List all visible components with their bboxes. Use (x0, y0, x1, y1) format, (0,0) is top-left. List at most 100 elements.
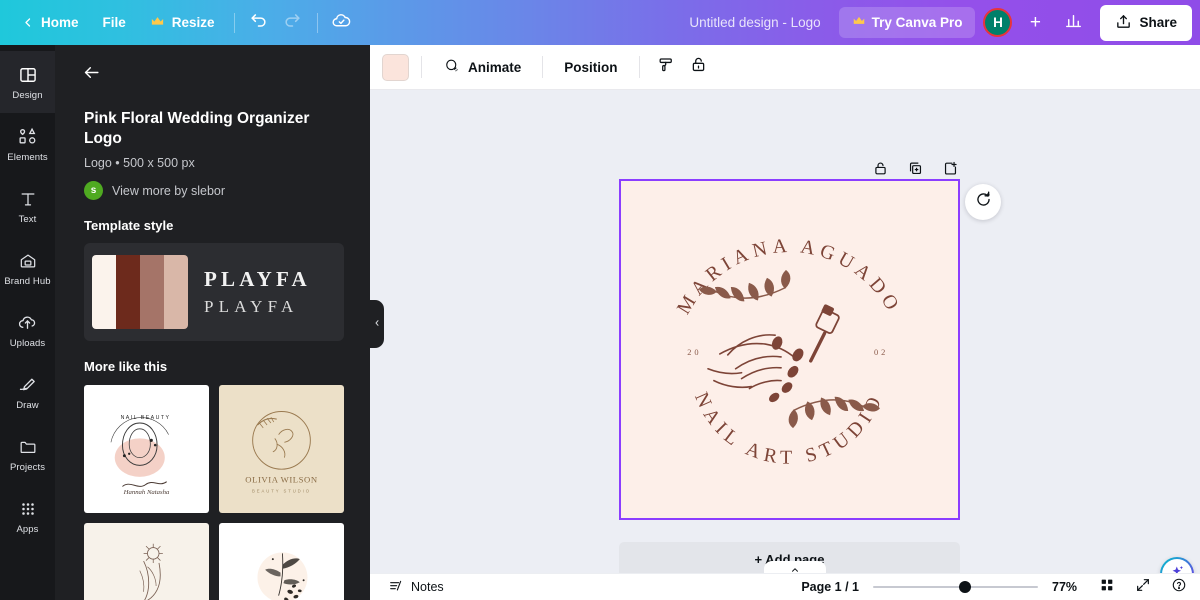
sidebar-item-projects[interactable]: Projects (0, 423, 55, 485)
logo-bottom-arc-text: NAIL ART STUDIO (690, 389, 888, 469)
millionaire-logo-art: Millionaire (139, 544, 163, 600)
undo-icon (249, 11, 268, 35)
sidebar-item-brand-hub[interactable]: Brand Hub (0, 237, 55, 299)
uploads-icon (17, 312, 39, 334)
insights-button[interactable] (1056, 6, 1090, 40)
share-upload-icon (1115, 13, 1132, 33)
list-item[interactable]: OLIVIA WILSON BEAUTY STUDIO (219, 385, 344, 514)
sidebar-item-label: Elements (7, 151, 48, 163)
brand-hub-icon (17, 250, 39, 272)
notes-button[interactable]: Notes (380, 574, 452, 600)
duplicate-page-icon[interactable] (905, 158, 925, 178)
sidebar-item-draw[interactable]: Draw (0, 361, 55, 423)
panel-content: Pink Floral Wedding Organizer Logo Logo … (55, 89, 370, 600)
help-button[interactable] (1168, 576, 1190, 598)
fill-color-button[interactable] (382, 53, 409, 81)
color-swatch-1 (92, 255, 116, 330)
editor-divider-1 (421, 56, 422, 78)
list-item[interactable]: NAIL BEAUTY Hannah Natasha (84, 385, 209, 514)
template-style-card[interactable]: PLAYFA PLAYFA (84, 243, 344, 342)
editor-area: Animate Position MARIANA AGUADO NAIL ART… (370, 45, 1200, 600)
svg-text:OLIVIA WILSON: OLIVIA WILSON (245, 475, 318, 485)
zoom-slider-knob[interactable] (959, 581, 971, 593)
sidebar-item-uploads[interactable]: Uploads (0, 299, 55, 361)
lock-button[interactable] (684, 52, 714, 82)
manicure-pedicure-logo-art: Manicure & Pedicure (257, 552, 308, 600)
arrow-left-icon (82, 63, 101, 87)
fullscreen-icon (1135, 577, 1151, 598)
redo-button[interactable] (276, 6, 310, 40)
editor-divider-3 (638, 56, 640, 78)
color-swatch-group (92, 255, 188, 330)
sidebar-item-apps[interactable]: Apps (0, 485, 55, 547)
position-button[interactable]: Position (555, 54, 626, 81)
template-style-heading: Template style (84, 218, 174, 234)
sidebar-item-label: Projects (9, 461, 46, 473)
toolbar-divider-1 (233, 12, 235, 33)
zoom-slider[interactable] (873, 580, 1038, 594)
page-title: Pink Floral Wedding Organizer Logo (84, 110, 310, 148)
chevron-left-icon (22, 16, 34, 30)
crown-icon (150, 14, 165, 32)
sidebar-item-label: Design (12, 89, 43, 101)
nail-beauty-logo-art: NAIL BEAUTY Hannah Natasha (110, 415, 170, 496)
draw-icon (17, 374, 39, 396)
panel-collapse-button[interactable] (370, 300, 384, 348)
list-item[interactable]: Millionaire (84, 523, 209, 600)
color-swatch-2 (116, 255, 140, 330)
logo-polish-bottle (809, 304, 840, 363)
resize-label: Resize (171, 15, 215, 30)
home-label: Home (41, 15, 79, 30)
share-label: Share (1139, 15, 1177, 30)
magic-refresh-button[interactable] (965, 184, 1001, 220)
svg-text:BEAUTY STUDIO: BEAUTY STUDIO (252, 489, 311, 494)
page-indicator: Page 1 / 1 (801, 580, 859, 594)
add-page-icon[interactable] (940, 158, 960, 178)
sidebar-item-text[interactable]: Text (0, 175, 55, 237)
animate-icon (443, 57, 461, 78)
design-page[interactable]: MARIANA AGUADO NAIL ART STUDIO 20 02 (619, 179, 960, 520)
avatar[interactable]: H (983, 8, 1013, 37)
panel-back-button[interactable] (77, 61, 105, 89)
list-item[interactable]: Manicure & Pedicure (219, 523, 344, 600)
logo-year-right: 02 (874, 348, 888, 357)
editor-divider-2 (542, 56, 544, 78)
canva-editor-window: Home File Resize Untitled design - Logo … (0, 0, 1200, 600)
lock-page-icon[interactable] (870, 158, 890, 178)
notes-icon (388, 578, 404, 597)
design-icon (17, 64, 39, 86)
account-avatar-group: H (981, 8, 1014, 37)
text-icon (17, 188, 39, 210)
more-like-this-heading: More like this (84, 359, 168, 375)
file-menu-button[interactable]: File (91, 9, 138, 36)
magic-refresh-icon (974, 190, 993, 214)
top-bar: Home File Resize Untitled design - Logo … (0, 0, 1200, 45)
paint-roller-button[interactable] (652, 52, 682, 82)
grid-view-button[interactable] (1096, 576, 1118, 598)
cloud-saved-icon (331, 10, 352, 36)
share-button[interactable]: Share (1100, 4, 1192, 41)
template-meta: Logo • 500 x 500 px (84, 156, 195, 171)
sidebar-item-elements[interactable]: Elements (0, 113, 55, 175)
top-bar-left-group: Home File Resize (0, 6, 359, 40)
cloud-save-status-button[interactable] (325, 6, 359, 40)
zoom-level-value: 77% (1052, 580, 1078, 594)
author-link-row[interactable]: s View more by slebor (84, 181, 344, 201)
style-font-secondary: PLAYFA (204, 297, 299, 317)
animate-button[interactable]: Animate (434, 51, 530, 84)
color-swatch-4 (164, 255, 188, 330)
sidebar-item-label: Brand Hub (4, 275, 51, 287)
notes-label: Notes (411, 580, 444, 594)
invite-members-button[interactable]: + (1020, 8, 1050, 38)
resize-button[interactable]: Resize (138, 8, 227, 38)
zoom-slider-track (873, 586, 1038, 588)
design-panel: Pink Floral Wedding Organizer Logo Logo … (55, 45, 370, 600)
try-canva-pro-button[interactable]: Try Canva Pro (838, 7, 976, 38)
fullscreen-button[interactable] (1132, 576, 1154, 598)
toolbar-divider-2 (316, 12, 318, 33)
apps-icon (17, 498, 39, 520)
sidebar-item-design[interactable]: Design (0, 51, 55, 113)
home-button[interactable]: Home (10, 9, 91, 36)
undo-button[interactable] (242, 6, 276, 40)
document-title[interactable]: Untitled design - Logo (677, 9, 832, 36)
